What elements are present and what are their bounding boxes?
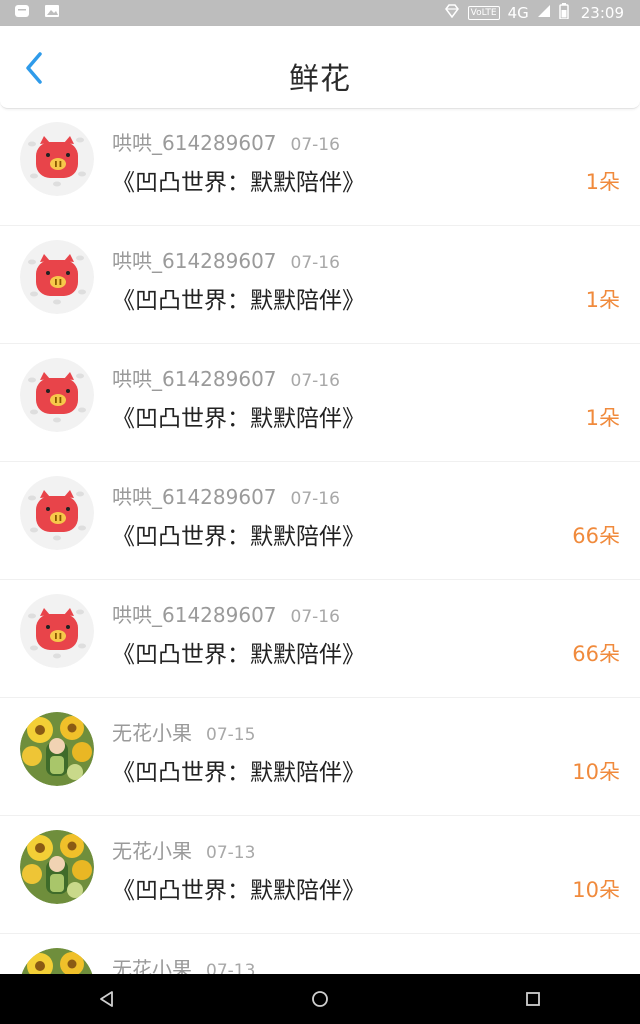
sender-name-text: 哄哄_614289607: [112, 367, 277, 391]
clock: 23:09: [580, 4, 624, 22]
gift-date: 07-16: [290, 371, 340, 391]
flower-count: 1朵: [585, 288, 620, 312]
gift-row[interactable]: 无花小果 07-15 《凹凸世界：默默陪伴》 10朵: [0, 698, 640, 816]
sender-name: 哄哄_614289607 07-16: [112, 481, 340, 510]
work-title[interactable]: 《凹凸世界：默默陪伴》: [112, 635, 365, 669]
work-title[interactable]: 《凹凸世界：默默陪伴》: [112, 753, 365, 787]
square-recents-icon: [526, 992, 541, 1006]
gift-row[interactable]: 哄哄_614289607 07-16 《凹凸世界：默默陪伴》 1朵: [0, 344, 640, 462]
sender-name-text: 哄哄_614289607: [112, 249, 277, 273]
diamond-icon: [444, 4, 460, 22]
nav-back-button[interactable]: [77, 974, 137, 1024]
work-title[interactable]: 《凹凸世界：默默陪伴》: [112, 281, 365, 315]
sender-name-text: 无花小果: [112, 957, 192, 974]
flower-count: 1朵: [585, 170, 620, 194]
avatar[interactable]: [20, 594, 94, 668]
nav-home-button[interactable]: [290, 974, 350, 1024]
flower-count: 1朵: [585, 406, 620, 430]
volte-badge: VoLTE: [467, 6, 500, 20]
system-nav-bar: [0, 974, 640, 1024]
flower-gift-list: 哄哄_614289607 07-16 《凹凸世界：默默陪伴》 1朵 哄哄_6142896…: [0, 108, 640, 974]
image-icon: [44, 3, 60, 23]
gift-date: 07-16: [290, 607, 340, 627]
gift-row[interactable]: 哄哄_614289607 07-16 《凹凸世界：默默陪伴》 66朵: [0, 462, 640, 580]
avatar[interactable]: [20, 358, 94, 432]
sender-name-text: 哄哄_614289607: [112, 485, 277, 509]
avatar[interactable]: [20, 948, 94, 974]
network-type: 4G: [507, 4, 529, 22]
gift-date: 07-15: [206, 725, 256, 745]
avatar[interactable]: [20, 240, 94, 314]
flower-count: 66朵: [572, 642, 620, 666]
flower-count: 10朵: [572, 878, 620, 902]
gift-row[interactable]: 哄哄_614289607 07-16 《凹凸世界：默默陪伴》 66朵: [0, 580, 640, 698]
gift-date: 07-16: [290, 489, 340, 509]
work-title[interactable]: 《凹凸世界：默默陪伴》: [112, 517, 365, 551]
avatar[interactable]: [20, 122, 94, 196]
flower-count: 66朵: [572, 524, 620, 548]
notification-icon: [14, 3, 30, 23]
sender-name-text: 哄哄_614289607: [112, 603, 277, 627]
home-circle-icon: [312, 991, 328, 1007]
gift-date: 07-16: [290, 253, 340, 273]
gift-date: 07-13: [206, 961, 256, 974]
nav-recents-button[interactable]: [503, 974, 563, 1024]
avatar[interactable]: [20, 830, 94, 904]
sender-name: 无花小果 07-13: [112, 835, 255, 864]
battery-icon: [559, 3, 569, 23]
sender-name: 哄哄_614289607 07-16: [112, 363, 340, 392]
page-title: 鲜花: [289, 62, 351, 97]
gift-row[interactable]: 无花小果 07-13: [0, 934, 640, 974]
gift-date: 07-13: [206, 843, 256, 863]
work-title[interactable]: 《凹凸世界：默默陪伴》: [112, 163, 365, 197]
sender-name: 无花小果 07-13: [112, 953, 255, 974]
work-title[interactable]: 《凹凸世界：默默陪伴》: [112, 399, 365, 433]
triangle-back-icon: [99, 991, 113, 1007]
sender-name: 哄哄_614289607 07-16: [112, 599, 340, 628]
sender-name: 哄哄_614289607 07-16: [112, 127, 340, 156]
avatar[interactable]: [20, 712, 94, 786]
signal-icon: [537, 4, 551, 22]
sender-name: 无花小果 07-15: [112, 717, 255, 746]
avatar[interactable]: [20, 476, 94, 550]
gift-row[interactable]: 哄哄_614289607 07-16 《凹凸世界：默默陪伴》 1朵: [0, 108, 640, 226]
sender-name-text: 无花小果: [112, 721, 192, 745]
gift-row[interactable]: 哄哄_614289607 07-16 《凹凸世界：默默陪伴》 1朵: [0, 226, 640, 344]
sender-name-text: 无花小果: [112, 839, 192, 863]
app-header: 鲜花: [0, 26, 640, 109]
gift-date: 07-16: [290, 135, 340, 155]
sender-name: 哄哄_614289607 07-16: [112, 245, 340, 274]
work-title[interactable]: 《凹凸世界：默默陪伴》: [112, 871, 365, 905]
flower-count: 10朵: [572, 760, 620, 784]
status-bar: VoLTE 4G 23:09: [0, 0, 640, 26]
sender-name-text: 哄哄_614289607: [112, 131, 277, 155]
gift-row[interactable]: 无花小果 07-13 《凹凸世界：默默陪伴》 10朵: [0, 816, 640, 934]
